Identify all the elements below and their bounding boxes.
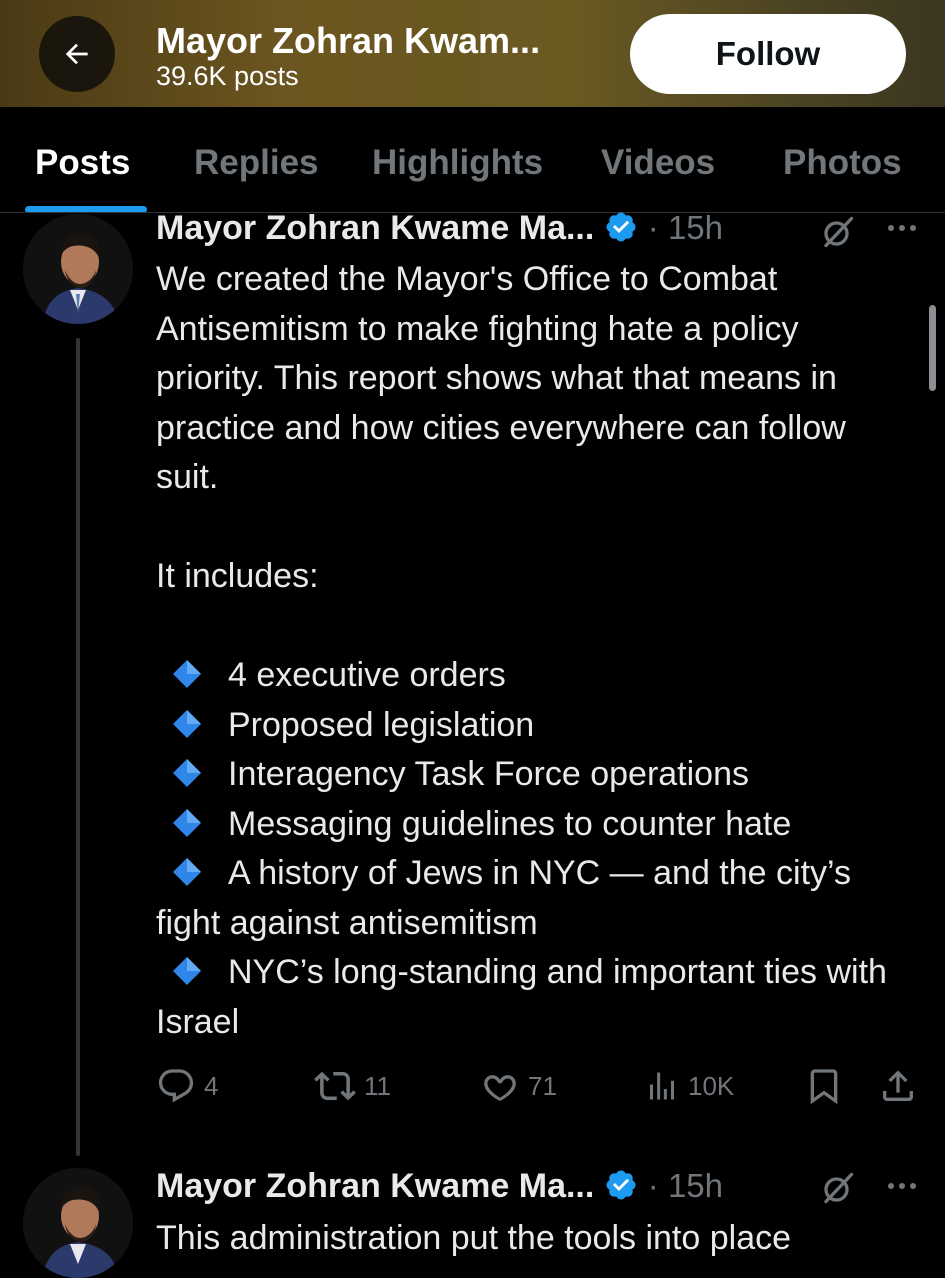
small-blue-diamond-icon bbox=[173, 957, 201, 985]
bookmark-button[interactable] bbox=[804, 1064, 844, 1108]
small-blue-diamond-icon bbox=[173, 858, 201, 886]
avatar-image bbox=[23, 1168, 133, 1278]
tab-posts[interactable]: Posts bbox=[35, 143, 130, 183]
tab-replies[interactable]: Replies bbox=[194, 143, 319, 183]
small-blue-diamond-icon bbox=[173, 808, 201, 837]
like-button[interactable]: 71 bbox=[480, 1064, 557, 1108]
profile-header: Mayor Zohran Kwam... 39.6K posts Follow bbox=[0, 0, 945, 107]
bookmark-icon bbox=[810, 1069, 838, 1105]
post-body: This administration put the tools into p… bbox=[156, 1214, 916, 1264]
scrollbar[interactable] bbox=[929, 305, 936, 391]
thread-line bbox=[76, 338, 80, 1156]
avatar[interactable] bbox=[23, 214, 133, 324]
bullet-text: 4 executive orders bbox=[228, 656, 506, 694]
profile-name: Mayor Zohran Kwam... bbox=[156, 20, 541, 61]
avatar-image bbox=[23, 214, 133, 324]
bullet-text: A history of Jews in NYC — and the city’… bbox=[156, 854, 851, 942]
post-count: 39.6K posts bbox=[156, 61, 299, 91]
small-blue-diamond-icon bbox=[173, 660, 201, 688]
views-count: 10K bbox=[688, 1070, 735, 1101]
post-paragraph: This administration put the tools into p… bbox=[156, 1219, 792, 1257]
heart-icon bbox=[484, 1075, 516, 1101]
post-time: · 15h bbox=[647, 1167, 723, 1204]
small-blue-diamond-icon bbox=[173, 759, 201, 787]
avatar[interactable] bbox=[23, 1168, 133, 1278]
small-blue-diamond-icon bbox=[173, 709, 201, 738]
like-count: 71 bbox=[528, 1070, 557, 1101]
share-button[interactable] bbox=[878, 1064, 918, 1108]
bullet-item: 4 executive orders bbox=[156, 651, 916, 701]
bullet-item: A history of Jews in NYC — and the city’… bbox=[156, 849, 916, 948]
grok-icon[interactable] bbox=[820, 1170, 856, 1206]
bullet-item: NYC’s long-standing and important ties w… bbox=[156, 948, 916, 1047]
share-icon bbox=[883, 1070, 913, 1101]
reply-count: 4 bbox=[204, 1070, 219, 1101]
verified-badge-icon bbox=[604, 210, 638, 253]
post-author[interactable]: Mayor Zohran Kwame Ma... bbox=[156, 1167, 594, 1205]
post-time: · 15h bbox=[647, 209, 723, 246]
arrow-left-icon bbox=[65, 43, 88, 65]
post-author[interactable]: Mayor Zohran Kwame Ma... bbox=[156, 209, 594, 247]
bullet-text: Proposed legislation bbox=[228, 705, 535, 744]
bullet-item: Proposed legislation bbox=[156, 701, 916, 751]
post-paragraph: We created the Mayor's Office to Combat … bbox=[156, 260, 846, 496]
verified-badge-icon bbox=[604, 1168, 638, 1211]
views-button[interactable]: 10K bbox=[644, 1064, 734, 1108]
reply-button[interactable]: 4 bbox=[156, 1064, 218, 1108]
tab-photos[interactable]: Photos bbox=[783, 143, 902, 183]
bullet-text: Interagency Task Force operations bbox=[228, 755, 749, 793]
repost-icon bbox=[314, 1071, 356, 1101]
back-button[interactable] bbox=[39, 16, 115, 92]
post-paragraph: It includes: bbox=[156, 557, 319, 595]
tab-videos[interactable]: Videos bbox=[601, 143, 715, 183]
bullet-text: Messaging guidelines to counter hate bbox=[228, 804, 792, 843]
repost-button[interactable]: 11 bbox=[314, 1064, 391, 1108]
tab-highlights[interactable]: Highlights bbox=[372, 143, 543, 183]
post-body: We created the Mayor's Office to Combat … bbox=[156, 255, 916, 1047]
profile-tabs: Posts Replies Highlights Videos Photos bbox=[0, 107, 945, 213]
repost-count: 11 bbox=[364, 1070, 391, 1101]
more-options-icon[interactable] bbox=[886, 1180, 918, 1192]
views-icon bbox=[650, 1072, 674, 1100]
post-header: Mayor Zohran Kwame Ma... · 15h bbox=[156, 1167, 723, 1211]
post-header: Mayor Zohran Kwame Ma... · 15h bbox=[156, 209, 723, 253]
bullet-item: Interagency Task Force operations bbox=[156, 750, 916, 800]
reply-icon bbox=[158, 1069, 194, 1103]
follow-button[interactable]: Follow bbox=[630, 14, 906, 94]
bullet-text: NYC’s long-standing and important ties w… bbox=[156, 953, 887, 1041]
bullet-item: Messaging guidelines to counter hate bbox=[156, 800, 916, 850]
post-actions: 4 11 71 10K bbox=[156, 1064, 926, 1108]
grok-icon[interactable] bbox=[820, 214, 856, 250]
more-options-icon[interactable] bbox=[886, 222, 918, 234]
